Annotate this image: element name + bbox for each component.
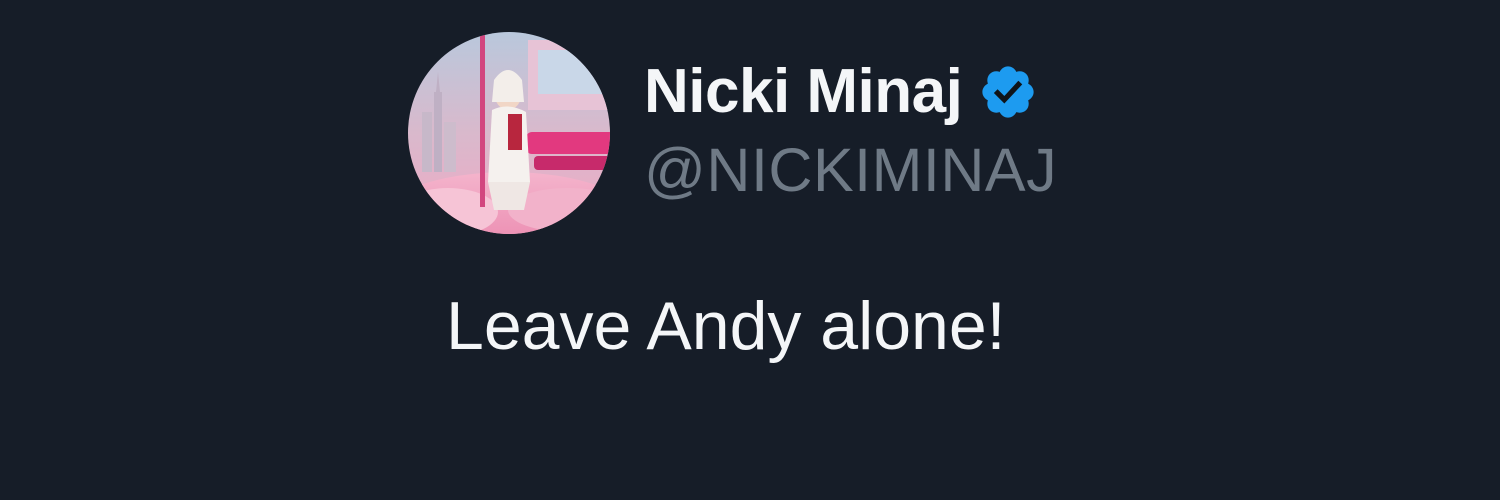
author-display-name[interactable]: Nicki Minaj xyxy=(644,61,963,123)
tweet-text: Leave Andy alone! xyxy=(446,288,1006,364)
author-name-row: Nicki Minaj xyxy=(644,54,1038,130)
avatar-image xyxy=(408,32,610,234)
profile-avatar[interactable] xyxy=(408,32,610,234)
verified-badge-icon xyxy=(978,62,1038,122)
tweet-card: Nicki Minaj @NICKIMINAJ Leave Andy alone… xyxy=(0,0,1500,500)
author-handle[interactable]: @NICKIMINAJ xyxy=(644,140,1057,201)
